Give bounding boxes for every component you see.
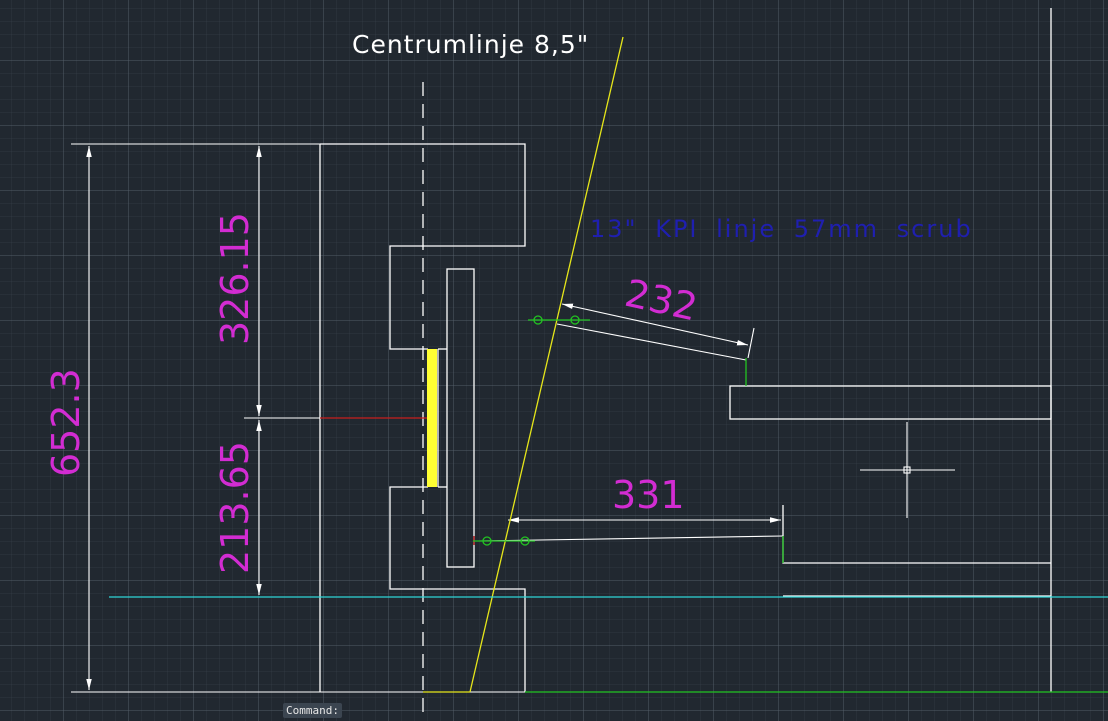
crosshair-cursor-icon bbox=[860, 422, 955, 518]
dimension-upper: 326.15 bbox=[213, 212, 257, 345]
dimension-angled: 232 bbox=[621, 271, 701, 330]
yellow-strip[interactable] bbox=[427, 349, 437, 487]
dimension-overall: 652.3 bbox=[44, 368, 88, 477]
drawing-svg[interactable]: Centrumlinje 8,5" 13" KPI linje 57mm scr… bbox=[0, 0, 1108, 721]
dimension-lower: 213.65 bbox=[213, 441, 257, 574]
kpi-line-label: 13" KPI linje 57mm scrub bbox=[590, 215, 973, 243]
drawing-canvas[interactable]: Centrumlinje 8,5" 13" KPI linje 57mm scr… bbox=[0, 0, 1108, 721]
snap-markers[interactable] bbox=[473, 315, 784, 563]
dimension-horizontal: 331 bbox=[612, 473, 685, 517]
centerline-title: Centrumlinje 8,5" bbox=[352, 30, 589, 59]
command-line-prompt[interactable]: Command: bbox=[283, 703, 342, 718]
kpi-yellow-line[interactable] bbox=[469, 36, 624, 693]
